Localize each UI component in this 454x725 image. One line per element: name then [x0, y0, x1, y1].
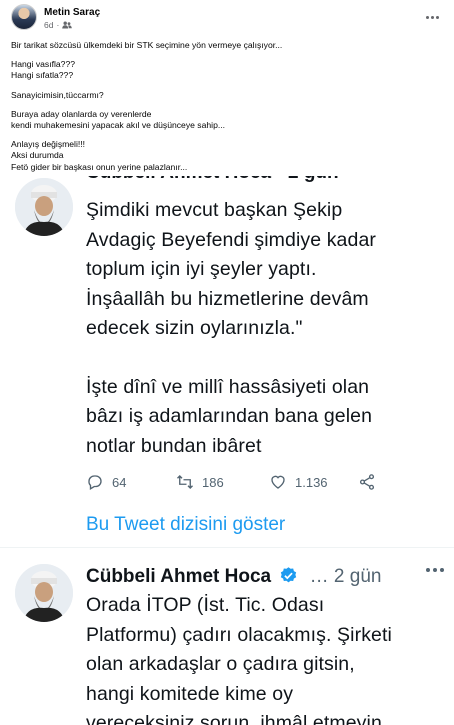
- retweet-button[interactable]: 186: [176, 473, 224, 491]
- tweet1-actions: 64 186 1.136: [86, 473, 386, 495]
- tweet2-author-name[interactable]: Cübbeli Ahmet Hoca: [86, 566, 271, 587]
- tweet2-header: Cübbeli Ahmet Hoca … 2 gün: [86, 566, 446, 590]
- share-button[interactable]: [358, 473, 376, 491]
- friends-icon: [62, 21, 73, 29]
- post-paragraph: Hangi vasıfla??? Hangi sıfatla???: [11, 59, 76, 81]
- tweet-avatar: [15, 178, 73, 236]
- tweet1-paragraph: İşte dînî ve millî hassâsiyeti olan bâzı…: [86, 375, 373, 457]
- tweet-avatar[interactable]: [15, 564, 73, 622]
- author-name[interactable]: Metin Saraç: [44, 7, 100, 18]
- post-time[interactable]: 6d: [44, 20, 53, 30]
- more-horizontal-icon[interactable]: [423, 10, 441, 24]
- post-header: Metin Saraç 6d ·: [11, 4, 451, 32]
- post-text: Bir tarikat sözcüsü ülkemdeki bir STK se…: [11, 40, 441, 181]
- tweet1-header-clipped: Cübbeli Ahmet Hoca · 2 gün: [86, 176, 339, 184]
- verified-badge-icon: [281, 567, 297, 583]
- post-paragraph: Buraya aday olanlarda oy verenlerde kend…: [11, 108, 226, 131]
- post-paragraph: Bir tarikat sözcüsü ülkemdeki bir STK se…: [11, 40, 283, 50]
- more-horizontal-icon[interactable]: [426, 568, 444, 572]
- tweet1-body: Şimdiki mevcut başkan Şekip Avdagiç Beye…: [86, 196, 376, 461]
- tweet-divider: [0, 547, 454, 548]
- retweet-count: 186: [202, 474, 224, 490]
- tweet-screenshot-image[interactable]: Cübbeli Ahmet Hoca · 2 gün Şimdiki mevcu…: [0, 176, 454, 725]
- heart-icon: [271, 475, 285, 489]
- tweet2-body: Orada İTOP (İst. Tic. Odası Platformu) ç…: [86, 591, 392, 725]
- reply-button[interactable]: 64: [86, 473, 126, 491]
- share-icon: [359, 474, 375, 490]
- retweet-icon: [177, 475, 193, 489]
- reply-count: 64: [112, 474, 127, 490]
- like-count: 1.136: [295, 474, 328, 490]
- show-thread-link[interactable]: Bu Tweet dizisini göster: [86, 514, 285, 536]
- tweet1-paragraph: Şimdiki mevcut başkan Şekip Avdagiç Beye…: [86, 199, 376, 339]
- post-paragraph: Anlayış değişmeli!!! Aksi durumda Fetö g…: [11, 139, 188, 172]
- reply-icon: [88, 475, 102, 490]
- post-paragraph: Sanayicimisin,tüccarmı?: [11, 89, 104, 100]
- post-meta: 6d ·: [44, 20, 73, 30]
- author-avatar[interactable]: [11, 4, 37, 30]
- like-button[interactable]: 1.136: [269, 473, 328, 491]
- tweet2-time[interactable]: … 2 gün: [310, 566, 382, 587]
- tweet2-paragraph: Orada İTOP (İst. Tic. Odası Platformu) ç…: [86, 594, 392, 725]
